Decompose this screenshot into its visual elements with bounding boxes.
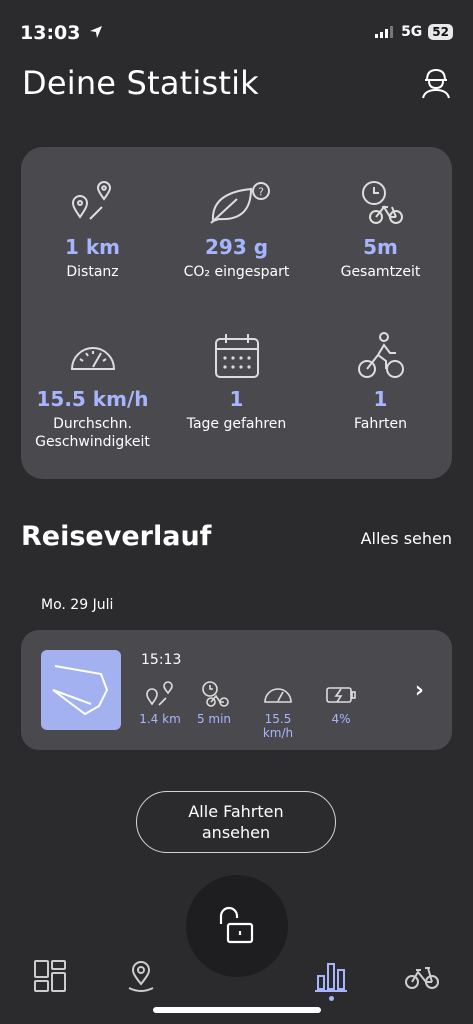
profile-helmet-icon[interactable] — [419, 66, 453, 100]
route-pins-icon — [146, 681, 173, 706]
stat-value: 1 — [373, 387, 388, 411]
status-indicators: 5G 52 — [375, 24, 453, 40]
trip-date: Mo. 29 Juli — [41, 597, 114, 613]
stat-value: 5m — [363, 235, 398, 259]
chevron-right-icon[interactable]: › — [415, 678, 424, 703]
route-pins-icon — [71, 181, 111, 220]
stat-label: Durchschn. Geschwindigkeit — [35, 416, 150, 450]
all-trips-button[interactable]: Alle Fahrten ansehen — [136, 791, 336, 853]
stat-value: 1 km — [64, 235, 121, 259]
see-all-link[interactable]: Alles sehen — [361, 529, 452, 548]
battery-level: 52 — [428, 24, 453, 40]
stat-rides: 1 Fahrten — [309, 331, 452, 433]
speedometer-icon — [70, 347, 115, 370]
network-type: 5G — [401, 24, 423, 40]
stat-label: Tage gefahren — [186, 416, 287, 432]
stat-label: CO₂ eingespart — [183, 264, 290, 280]
leaf-icon: ? — [209, 182, 270, 224]
stat-value: 1 — [229, 387, 244, 411]
clock-bike-icon — [361, 181, 403, 224]
page-title: Deine Statistik — [22, 64, 259, 102]
speedometer-icon — [264, 688, 292, 703]
stat-value: 15.5 km/h — [36, 387, 149, 411]
stat-avg-speed: 15.5 km/h Durchschn. Geschwindigkeit — [21, 331, 164, 451]
trip-card[interactable]: 15:13 1.4 km 5 min 15.5 km/h 4% › — [21, 630, 452, 750]
history-title: Reiseverlauf — [21, 521, 212, 552]
stat-days-ridden: 1 Tage gefahren — [165, 331, 308, 433]
battery-charge-icon — [326, 687, 356, 703]
cyclist-icon — [357, 332, 404, 378]
stat-label: Gesamtzeit — [340, 264, 421, 280]
clock-bike-icon — [202, 681, 229, 707]
trip-speed: 15.5 km/h — [249, 680, 307, 740]
calendar-icon — [214, 334, 259, 378]
stat-total-time: 5m Gesamtzeit — [309, 179, 452, 281]
stat-value: 293 g — [204, 235, 269, 259]
bike-icon[interactable] — [404, 958, 440, 994]
stat-label: Fahrten — [354, 416, 407, 432]
location-arrow-icon — [90, 26, 103, 38]
dashboard-icon[interactable] — [32, 958, 68, 994]
trip-time: 15:13 — [141, 652, 182, 668]
unlock-button[interactable] — [186, 875, 288, 977]
statistics-card: 1 km Distanz ? 293 g CO₂ eingespart 5m G… — [21, 147, 452, 479]
trip-route-map — [41, 650, 121, 730]
trip-battery: 4% — [311, 680, 371, 726]
home-indicator — [153, 1007, 321, 1013]
trip-distance: 1.4 km — [130, 680, 190, 726]
signal-icon — [375, 26, 394, 38]
map-pin-icon[interactable] — [123, 958, 159, 994]
svg-text:?: ? — [258, 186, 264, 199]
trip-duration: 5 min — [184, 680, 244, 726]
unlock-icon — [219, 906, 254, 944]
stat-distance: 1 km Distanz — [21, 179, 164, 281]
active-tab-indicator — [329, 996, 334, 1001]
statistics-icon[interactable] — [313, 958, 349, 994]
stat-co2: ? 293 g CO₂ eingespart — [165, 179, 308, 281]
stat-label: Distanz — [66, 264, 119, 280]
status-time: 13:03 — [20, 22, 103, 44]
